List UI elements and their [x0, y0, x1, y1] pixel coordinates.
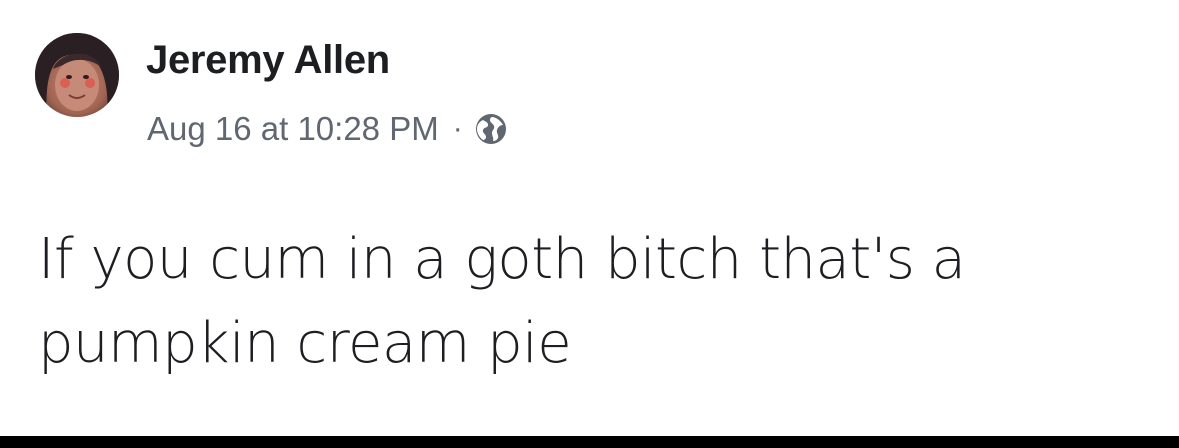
- avatar-image: [35, 33, 119, 117]
- post-text: If you cum in a goth bitch that's a pump…: [38, 227, 966, 376]
- post-card: Jeremy Allen Aug 16 at 10:28 PM · If you…: [0, 0, 1179, 448]
- bottom-bar: [0, 436, 1179, 448]
- globe-icon[interactable]: [475, 113, 507, 145]
- post-meta: Aug 16 at 10:28 PM ·: [147, 108, 507, 150]
- avatar[interactable]: [35, 33, 119, 117]
- author-name[interactable]: Jeremy Allen: [146, 38, 390, 83]
- post-timestamp[interactable]: Aug 16 at 10:28 PM: [147, 110, 439, 148]
- meta-separator: ·: [452, 112, 463, 145]
